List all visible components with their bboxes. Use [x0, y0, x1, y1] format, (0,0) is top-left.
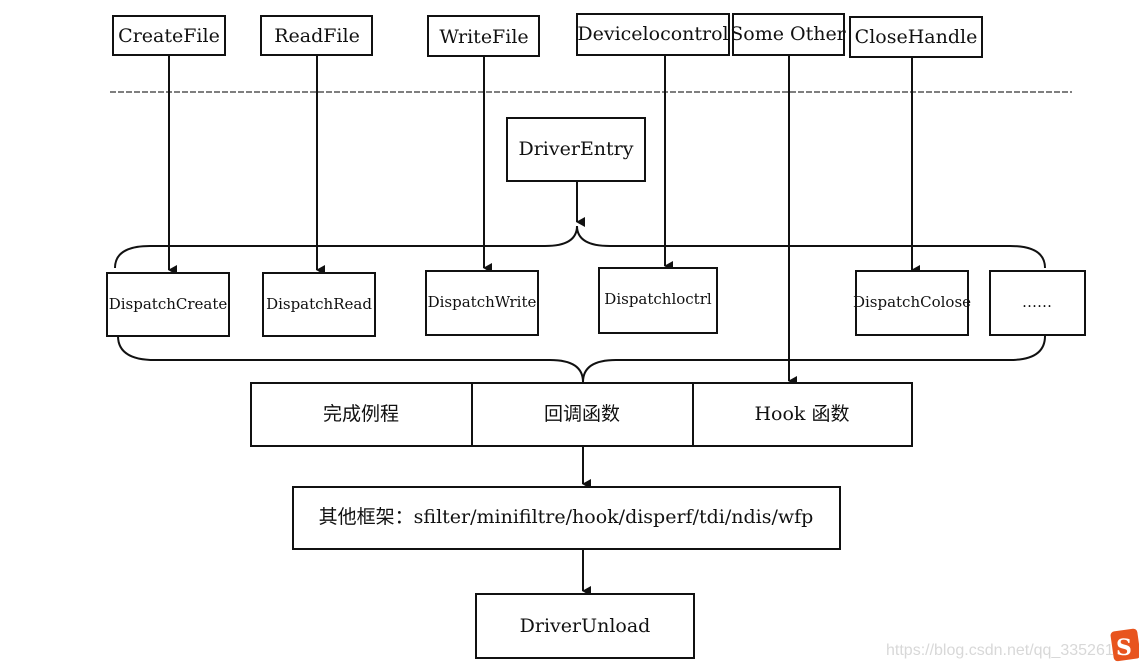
- deviceiocontrol-label: Devicelocontrol: [577, 23, 728, 45]
- some-other-label: Some Other: [730, 23, 846, 45]
- dispatchclose-label: DispatchColose: [853, 293, 971, 311]
- frameworks-label: 其他框架：sfilter/minifiltre/hook/disperf/tdi…: [319, 506, 814, 528]
- dispatchwrite-label: DispatchWrite: [428, 293, 537, 311]
- dispatchcreate-label: DispatchCreate: [109, 295, 228, 313]
- driver-architecture-diagram: CreateFile ReadFile WriteFile Deviceloco…: [106, 13, 1139, 662]
- completion-routine-label: 完成例程: [323, 403, 399, 425]
- callback-function-label: 回调函数: [544, 403, 620, 425]
- svg-text:S: S: [1116, 635, 1132, 661]
- dispatchread-label: DispatchRead: [266, 295, 372, 313]
- dispatch-row: DispatchCreate DispatchRead DispatchWrit…: [106, 267, 1086, 337]
- readfile-label: ReadFile: [274, 25, 360, 47]
- api-call-row: CreateFile ReadFile WriteFile Deviceloco…: [112, 13, 983, 58]
- more-dispatch-label: ……: [1022, 293, 1052, 311]
- routines-row: 完成例程 回调函数 Hook 函数: [250, 382, 913, 447]
- top-brace: [114, 225, 1046, 269]
- driverentry-label: DriverEntry: [518, 138, 633, 160]
- closehandle-label: CloseHandle: [855, 26, 978, 48]
- createfile-label: CreateFile: [118, 25, 220, 47]
- bottom-brace: [117, 335, 1046, 383]
- hook-function-label: Hook 函数: [754, 403, 849, 425]
- writefile-label: WriteFile: [439, 26, 528, 48]
- dispatchioctrl-label: Dispatchloctrl: [604, 290, 712, 308]
- watermark-text: https://blog.csdn.net/qq_33526144: [886, 642, 1132, 659]
- csdn-logo-icon: S: [1110, 628, 1139, 662]
- driverunload-label: DriverUnload: [520, 615, 651, 637]
